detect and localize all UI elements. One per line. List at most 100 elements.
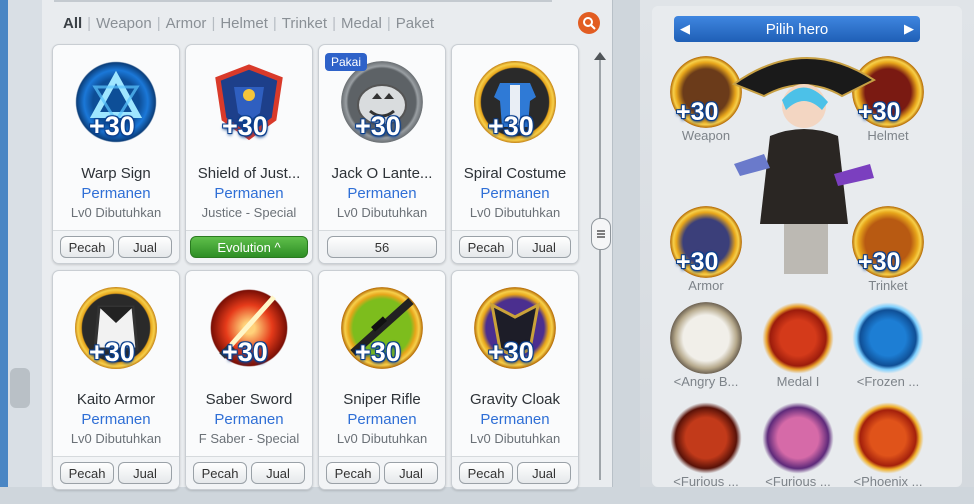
item-requirement: Lv0 Dibutuhkan bbox=[469, 431, 561, 446]
sell-button[interactable]: Jual bbox=[251, 462, 305, 484]
sword-icon: +30 bbox=[204, 283, 294, 373]
equip-slot-phoenix[interactable]: <Phoenix ... bbox=[848, 402, 928, 489]
filter-helmet[interactable]: Helmet bbox=[215, 15, 273, 32]
item-requirement: Lv0 Dibutuhkan bbox=[469, 205, 561, 220]
equip-slot-medal[interactable]: Medal I bbox=[758, 302, 838, 389]
item-requirement: Lv0 Dibutuhkan bbox=[70, 431, 162, 446]
item-card-shield-of-justice[interactable]: +30 Shield of Just... Permanen Justice -… bbox=[185, 44, 313, 264]
filter-divider bbox=[54, 0, 552, 2]
item-card-gravity-cloak[interactable]: +30 Gravity Cloak Permanen Lv0 Dibutuhka… bbox=[451, 270, 579, 490]
warp-sign-icon: +30 bbox=[71, 57, 161, 147]
item-name: Saber Sword bbox=[205, 391, 293, 408]
equipped-badge: Pakai bbox=[325, 53, 368, 71]
armor-icon: +30 bbox=[71, 283, 161, 373]
hero-selector-title: Pilih hero bbox=[765, 20, 829, 38]
search-icon bbox=[583, 17, 596, 30]
upgrade-level: +30 bbox=[676, 98, 719, 126]
upgrade-level: +30 bbox=[355, 111, 401, 141]
item-name: Gravity Cloak bbox=[469, 391, 561, 408]
break-button[interactable]: Pecah bbox=[326, 462, 380, 484]
item-duration: Permanen bbox=[347, 185, 417, 202]
item-card-jack-o-lantern[interactable]: Pakai +30 Jack O Lante... Permanen Lv0 D… bbox=[318, 44, 446, 264]
evolution-button[interactable]: Evolution ^ bbox=[190, 236, 308, 258]
scroll-rail bbox=[599, 60, 601, 480]
cloak-icon: +30 bbox=[470, 283, 560, 373]
grip-icon bbox=[597, 230, 605, 238]
filter-armor[interactable]: Armor bbox=[161, 15, 212, 32]
filter-trinket[interactable]: Trinket bbox=[277, 15, 332, 32]
hero-selector: ◀ Pilih hero ▶ bbox=[674, 16, 920, 42]
item-grid: +30 Warp Sign Permanen Lv0 Dibutuhkan Pe… bbox=[52, 44, 580, 504]
equip-slot-frozen[interactable]: <Frozen ... bbox=[848, 302, 928, 389]
upgrade-level: +30 bbox=[488, 111, 534, 141]
item-actions: Pecah Jual bbox=[452, 230, 578, 263]
upgrade-level: +30 bbox=[89, 337, 135, 367]
category-filter-bar: All | Weapon | Armor | Helmet | Trinket … bbox=[58, 10, 602, 36]
item-actions: Pecah Jual bbox=[319, 456, 445, 489]
sell-button[interactable]: Jual bbox=[118, 462, 172, 484]
inventory-panel: All | Weapon | Armor | Helmet | Trinket … bbox=[42, 0, 613, 490]
filter-paket[interactable]: Paket bbox=[391, 15, 439, 32]
item-card-warp-sign[interactable]: +30 Warp Sign Permanen Lv0 Dibutuhkan Pe… bbox=[52, 44, 180, 264]
break-button[interactable]: Pecah bbox=[60, 462, 114, 484]
item-name: Sniper Rifle bbox=[343, 391, 421, 408]
item-name: Spiral Costume bbox=[463, 165, 567, 182]
arrow-left-icon: ◀ bbox=[680, 21, 690, 36]
item-actions: Pecah Jual bbox=[186, 456, 312, 489]
scroll-thumb[interactable] bbox=[591, 218, 611, 250]
item-card-saber-sword[interactable]: +30 Saber Sword Permanen F Saber - Speci… bbox=[185, 270, 313, 490]
filter-weapon[interactable]: Weapon bbox=[91, 15, 157, 32]
sell-button[interactable]: Jual bbox=[517, 462, 571, 484]
inventory-scrollbar[interactable] bbox=[591, 52, 611, 480]
item-requirement: Lv0 Dibutuhkan bbox=[70, 205, 162, 220]
break-button[interactable]: Pecah bbox=[60, 236, 114, 258]
item-actions: Pecah Jual bbox=[53, 456, 179, 489]
sell-button[interactable]: Jual bbox=[517, 236, 571, 258]
sell-button[interactable]: Jual bbox=[118, 236, 172, 258]
hero-prev-button[interactable]: ◀ bbox=[674, 18, 696, 40]
item-duration: Permanen bbox=[81, 185, 151, 202]
upgrade-level: +30 bbox=[222, 111, 268, 141]
slot-label: Medal I bbox=[776, 374, 820, 389]
filter-all[interactable]: All bbox=[58, 15, 87, 32]
break-button[interactable]: Pecah bbox=[193, 462, 247, 484]
costume-icon: +30 bbox=[470, 57, 560, 147]
item-duration: Permanen bbox=[214, 185, 284, 202]
hero-character bbox=[731, 56, 877, 274]
item-card-kaito-armor[interactable]: +30 Kaito Armor Permanen Lv0 Dibutuhkan … bbox=[52, 270, 180, 490]
item-name: Warp Sign bbox=[81, 165, 151, 182]
item-card-spiral-costume[interactable]: +30 Spiral Costume Permanen Lv0 Dibutuhk… bbox=[451, 44, 579, 264]
item-duration: Permanen bbox=[214, 411, 284, 428]
slot-label: <Angry B... bbox=[673, 374, 739, 389]
equip-slot-angry[interactable]: <Angry B... bbox=[666, 302, 746, 389]
item-actions: Evolution ^ bbox=[186, 230, 312, 263]
rifle-icon: +30 bbox=[337, 283, 427, 373]
filter-medal[interactable]: Medal bbox=[336, 15, 387, 32]
break-button[interactable]: Pecah bbox=[459, 236, 513, 258]
scroll-up-icon[interactable] bbox=[594, 52, 606, 60]
item-actions: Pecah Jual bbox=[53, 230, 179, 263]
item-name: Shield of Just... bbox=[197, 165, 301, 182]
background-knob bbox=[10, 368, 30, 408]
upgrade-level: +30 bbox=[676, 248, 719, 276]
item-requirement: Lv0 Dibutuhkan bbox=[336, 205, 428, 220]
slot-label: <Frozen ... bbox=[856, 374, 920, 389]
item-name: Kaito Armor bbox=[76, 391, 156, 408]
item-name: Jack O Lante... bbox=[331, 165, 433, 182]
item-duration: Permanen bbox=[81, 411, 151, 428]
item-requirement: Lv0 Dibutuhkan bbox=[336, 431, 428, 446]
upgrade-level: +30 bbox=[222, 337, 268, 367]
equip-slot-furious-1[interactable]: <Furious ... bbox=[666, 402, 746, 489]
item-duration: Permanen bbox=[480, 411, 550, 428]
item-card-sniper-rifle[interactable]: +30 Sniper Rifle Permanen Lv0 Dibutuhkan… bbox=[318, 270, 446, 490]
item-requirement: F Saber - Special bbox=[198, 431, 300, 446]
item-actions: 56 bbox=[319, 230, 445, 263]
search-button[interactable] bbox=[578, 12, 600, 34]
break-button[interactable]: Pecah bbox=[459, 462, 513, 484]
hero-next-button[interactable]: ▶ bbox=[898, 18, 920, 40]
item-duration: Permanen bbox=[480, 185, 550, 202]
sell-button[interactable]: Jual bbox=[384, 462, 438, 484]
equip-slot-furious-2[interactable]: <Furious ... bbox=[758, 402, 838, 489]
upgrade-level: +30 bbox=[488, 337, 534, 367]
item-actions: Pecah Jual bbox=[452, 456, 578, 489]
